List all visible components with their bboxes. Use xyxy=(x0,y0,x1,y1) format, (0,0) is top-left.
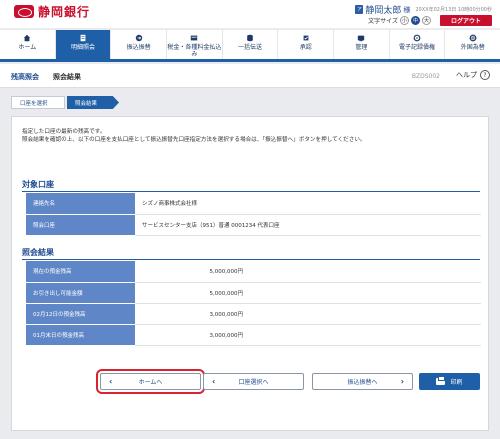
intro-line-1: 指定した口座の最新の残高です。 xyxy=(22,129,106,135)
bank-logo[interactable]: 静岡銀行 xyxy=(14,3,90,20)
chevron-left-icon: ‹ xyxy=(109,377,113,386)
row-label: 連絡先名 xyxy=(26,193,135,215)
home-icon xyxy=(24,34,31,42)
nav-label: ホーム xyxy=(18,44,37,51)
intro-text: 指定した口座の最新の残高です。 照会結果を確認の上、以下の口座を支払口座として振… xyxy=(22,128,482,145)
tax-icon xyxy=(191,35,198,41)
transfer-button[interactable]: 振込振替へ › xyxy=(312,373,413,390)
row-value: 5,000,000円 xyxy=(135,261,251,283)
manage-icon xyxy=(358,35,365,42)
nav-label: 電子記録債権 xyxy=(399,44,436,51)
nav-label: 税金・各種料金払込み xyxy=(167,44,222,58)
font-size-small-button[interactable]: 小 xyxy=(400,16,409,25)
row-label: 照会口座 xyxy=(26,214,135,236)
print-button-label: 印刷 xyxy=(450,379,463,386)
table-row: お引き出し可能金額 5,000,000円 xyxy=(26,282,481,304)
nav-label: 管理 xyxy=(355,44,368,51)
page-category: 残高照会 xyxy=(11,73,39,81)
chevron-right-icon: › xyxy=(400,377,404,386)
row-value: 5,000,000円 xyxy=(135,282,251,304)
nav-approve[interactable]: 承認 xyxy=(278,30,335,59)
result-section-title: 照会結果 xyxy=(22,248,54,257)
document-icon xyxy=(80,34,86,42)
font-size-selector: 文字サイズ 小 中 大 xyxy=(368,16,431,25)
account-table: 連絡先名 シズノ商事株式会社様 照会口座 サービスセンター支店（951）普通 0… xyxy=(26,193,481,236)
approve-icon xyxy=(303,35,309,41)
table-row: 現在の預金残高 5,000,000円 xyxy=(26,261,481,283)
result-table: 現在の預金残高 5,000,000円 お引き出し可能金額 5,000,000円 … xyxy=(26,261,481,346)
last-login: 20XX年02月13日 10時00分00秒 xyxy=(415,7,492,13)
bank-logo-mark-icon xyxy=(14,5,34,18)
chevron-left-icon: ‹ xyxy=(212,377,216,386)
table-row: 照会口座 サービスセンター支店（951）普通 0001234 代表口座 xyxy=(26,214,481,236)
forex-icon xyxy=(469,34,477,42)
step-indicator: 口座を選択 照会結果 xyxy=(11,96,119,109)
select-account-button-label: 口座選択へ xyxy=(238,379,269,386)
help-label: ヘルプ xyxy=(456,71,477,79)
row-value: 3,000,000円 xyxy=(135,303,251,325)
nav-transfer[interactable]: 振込振替 xyxy=(111,30,168,59)
select-account-button[interactable]: ‹ 口座選択へ xyxy=(203,373,304,390)
row-label: 現在の預金残高 xyxy=(26,261,135,283)
intro-line-2: 照会結果を確認の上、以下の口座を支払口座として振込振替先口座指定方法を選択する場… xyxy=(22,137,366,144)
table-row: 02月12日の預金残高 3,000,000円 xyxy=(26,303,481,325)
bond-icon xyxy=(413,34,421,42)
row-value: サービスセンター支店（951）普通 0001234 代表口座 xyxy=(135,214,481,236)
font-size-large-button[interactable]: 大 xyxy=(422,16,431,25)
nav-forex[interactable]: 外国為替 xyxy=(445,30,500,59)
screen-id: BZDS002 xyxy=(411,73,440,80)
nav-label: 承認 xyxy=(299,44,312,51)
nav-label: 一括伝送 xyxy=(238,44,263,51)
transfer-icon xyxy=(135,34,142,42)
user-suffix: 様 xyxy=(403,5,411,14)
font-size-medium-button[interactable]: 中 xyxy=(411,16,420,25)
nav-home[interactable]: ホーム xyxy=(0,30,56,59)
button-bar: ‹ ホームへ ‹ 口座選択へ 振込振替へ › 印刷 xyxy=(12,369,490,394)
nav-batch[interactable]: 一括伝送 xyxy=(223,30,279,59)
header: 静岡銀行 ア 静岡太郎 様 20XX年02月13日 10時00分00秒 文字サイ… xyxy=(0,0,500,28)
batch-icon xyxy=(247,34,253,42)
home-button-label: ホームへ xyxy=(138,379,163,386)
section-divider xyxy=(22,259,480,260)
row-label: 02月12日の預金残高 xyxy=(26,303,135,325)
row-label: お引き出し可能金額 xyxy=(26,282,135,304)
step-result: 照会結果 xyxy=(67,96,119,109)
user-icon: ア xyxy=(355,5,364,14)
transfer-button-label: 振込振替へ xyxy=(347,379,378,386)
nav-manage[interactable]: 管理 xyxy=(334,30,390,59)
printer-icon xyxy=(436,376,446,385)
help-icon: ? xyxy=(480,70,490,80)
title-bar: 残高照会 照会結果 BZDS002 ヘルプ ? xyxy=(0,64,500,88)
step-select-account: 口座を選択 xyxy=(11,96,65,109)
nav-label: 外国為替 xyxy=(460,44,485,51)
page-title: 照会結果 xyxy=(53,73,81,81)
help-link[interactable]: ヘルプ ? xyxy=(456,70,490,80)
bank-name: 静岡銀行 xyxy=(38,5,91,19)
row-value: 3,000,000円 xyxy=(135,324,251,346)
main-panel: 指定した口座の最新の残高です。 照会結果を確認の上、以下の口座を支払口座として振… xyxy=(11,116,489,431)
home-button[interactable]: ‹ ホームへ xyxy=(96,369,205,394)
account-section-title: 対象口座 xyxy=(22,180,54,189)
print-button[interactable]: 印刷 xyxy=(419,373,480,390)
table-row: 01月末日の預金残高 3,000,000円 xyxy=(26,324,481,346)
table-row: 連絡先名 シズノ商事株式会社様 xyxy=(26,193,481,215)
nav-label: 振込振替 xyxy=(126,44,151,51)
nav-tax[interactable]: 税金・各種料金払込み xyxy=(167,30,223,59)
logout-button[interactable]: ログアウト xyxy=(440,15,492,26)
row-value: シズノ商事株式会社様 xyxy=(135,193,481,215)
font-size-label: 文字サイズ xyxy=(368,18,398,25)
nav-bond[interactable]: 電子記録債権 xyxy=(390,30,446,59)
user-name: 静岡太郎 xyxy=(365,6,402,16)
section-divider xyxy=(22,191,480,192)
global-nav: ホーム 明細照会 振込振替 税金・各種料金払込み 一括伝送 承認 管理 電子記録… xyxy=(0,30,500,62)
nav-statement[interactable]: 明細照会 xyxy=(55,30,112,59)
row-label: 01月末日の預金残高 xyxy=(26,324,135,346)
nav-label: 明細照会 xyxy=(71,44,96,51)
